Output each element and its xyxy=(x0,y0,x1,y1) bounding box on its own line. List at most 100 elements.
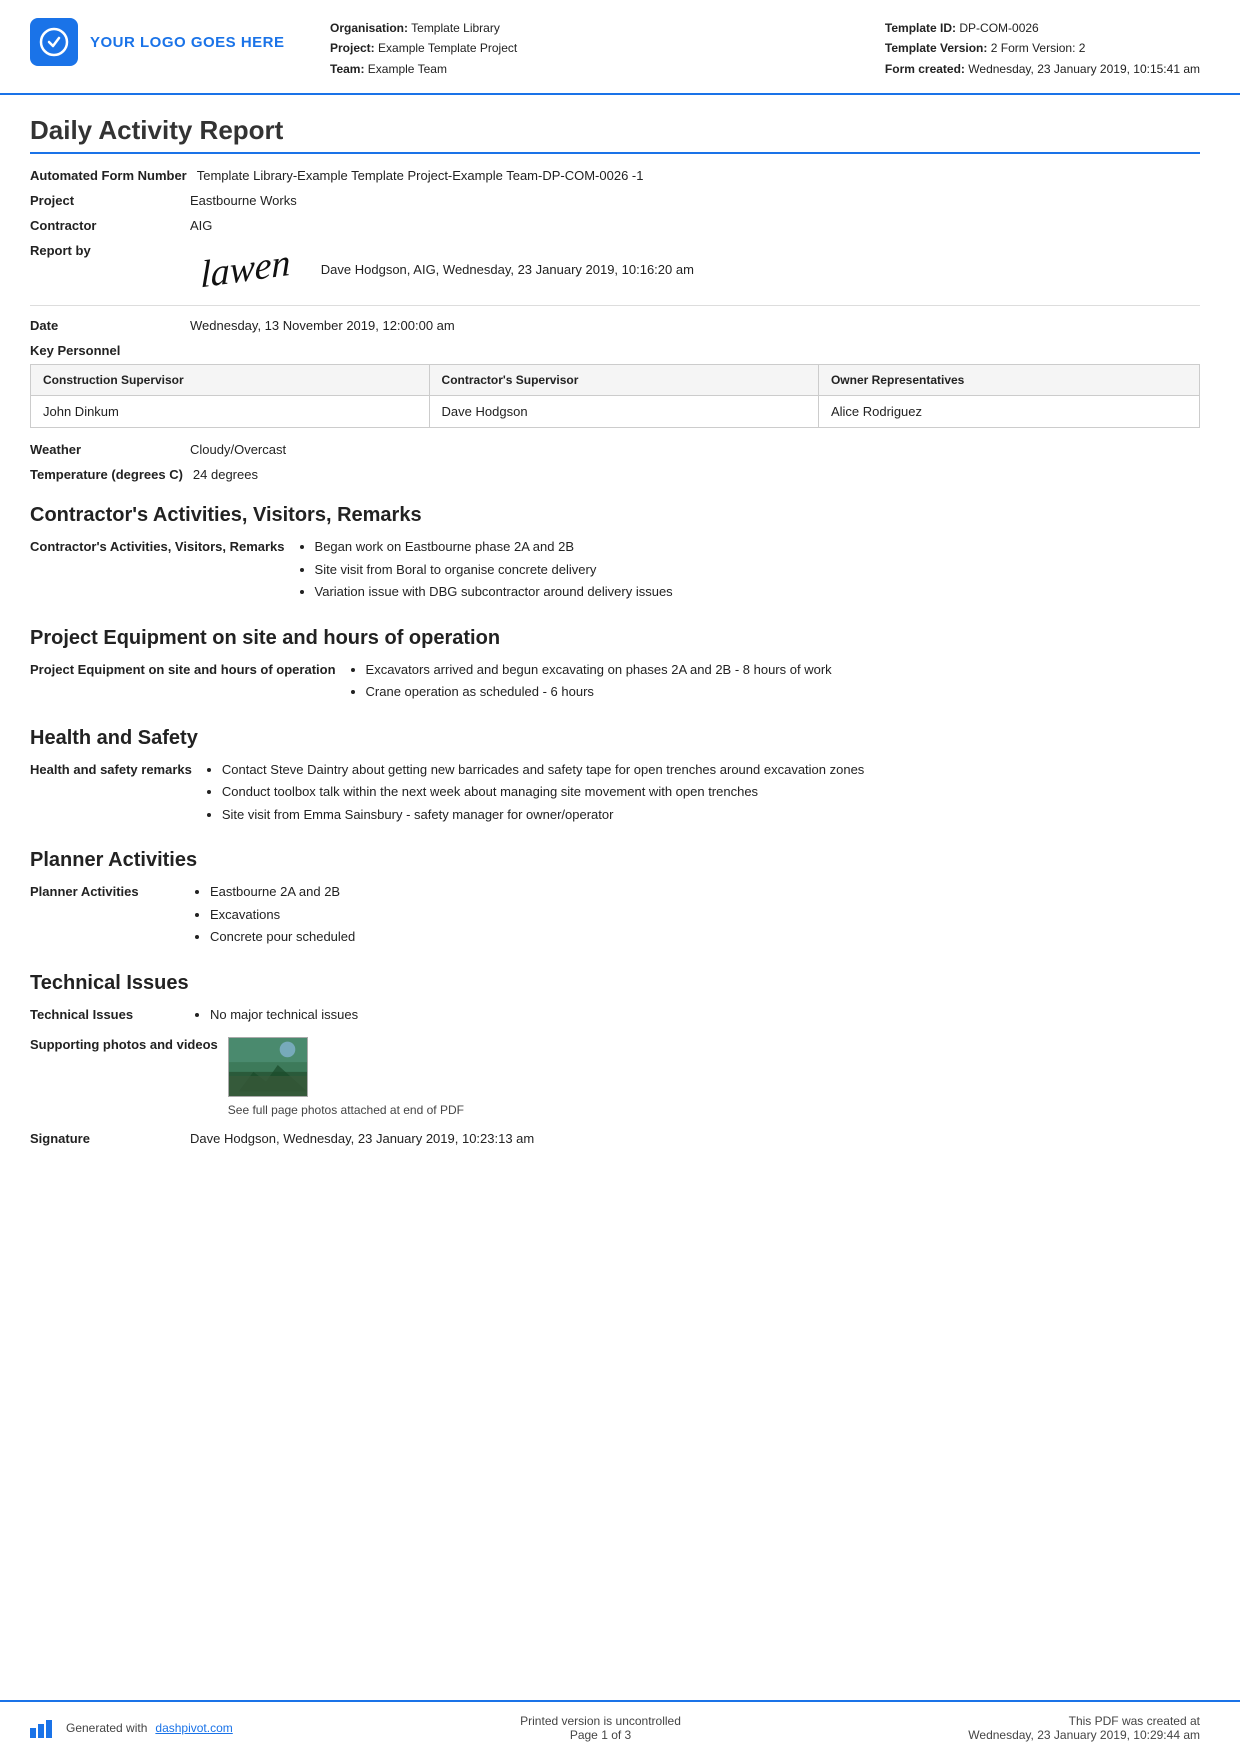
project-label: Project: xyxy=(330,41,375,55)
weather-label: Weather xyxy=(30,442,190,457)
photos-caption: See full page photos attached at end of … xyxy=(228,1103,464,1117)
date-value: Wednesday, 13 November 2019, 12:00:00 am xyxy=(190,318,1200,333)
weather-row: Weather Cloudy/Overcast xyxy=(30,442,1200,457)
project-equipment-heading: Project Equipment on site and hours of o… xyxy=(30,627,1200,650)
header-right: Template ID: DP-COM-0026 Template Versio… xyxy=(885,18,1200,79)
health-safety-row: Health and safety remarks Contact Steve … xyxy=(30,760,1200,828)
report-title: Daily Activity Report xyxy=(30,115,1200,154)
team-value: Example Team xyxy=(368,62,447,76)
project-value: Example Template Project xyxy=(378,41,517,55)
footer-left: Generated with dashpivot.com xyxy=(30,1718,233,1738)
contractor-value: AIG xyxy=(190,218,1200,233)
contractor-row: Contractor AIG xyxy=(30,218,1200,233)
header: YOUR LOGO GOES HERE Organisation: Templa… xyxy=(0,0,1240,95)
cell-owner-representatives: Alice Rodriguez xyxy=(818,396,1199,428)
date-row: Date Wednesday, 13 November 2019, 12:00:… xyxy=(30,318,1200,333)
project-field-label: Project xyxy=(30,193,190,208)
template-id-value: DP-COM-0026 xyxy=(959,21,1038,35)
signature-label: Signature xyxy=(30,1131,190,1146)
list-item: Contact Steve Daintry about getting new … xyxy=(222,760,1200,780)
report-by-label: Report by xyxy=(30,243,190,258)
health-safety-label: Health and safety remarks xyxy=(30,760,202,780)
report-by-name: Dave Hodgson, AIG, Wednesday, 23 January… xyxy=(321,262,694,277)
logo-text: YOUR LOGO GOES HERE xyxy=(90,34,285,51)
col-contractors-supervisor: Contractor's Supervisor xyxy=(429,365,818,396)
list-item: Eastbourne 2A and 2B xyxy=(210,882,1200,902)
template-version-value: 2 Form Version: 2 xyxy=(991,41,1086,55)
org-label: Organisation: xyxy=(330,21,408,35)
project-row: Project Eastbourne Works xyxy=(30,193,1200,208)
report-by-content: lawen Dave Hodgson, AIG, Wednesday, 23 J… xyxy=(190,243,694,295)
photos-content: See full page photos attached at end of … xyxy=(228,1037,464,1117)
list-item: Excavations xyxy=(210,905,1200,925)
signature-graphic: lawen xyxy=(191,235,301,303)
planner-activities-row: Planner Activities Eastbourne 2A and 2B … xyxy=(30,882,1200,950)
footer: Generated with dashpivot.com Printed ver… xyxy=(0,1700,1240,1754)
project-equipment-label: Project Equipment on site and hours of o… xyxy=(30,660,346,680)
contractors-activities-label: Contractor's Activities, Visitors, Remar… xyxy=(30,537,295,557)
template-version-label: Template Version: xyxy=(885,41,987,55)
pdf-created-label: This PDF was created at xyxy=(968,1714,1200,1728)
contractors-activities-list: Began work on Eastbourne phase 2A and 2B… xyxy=(295,537,1200,605)
project-equipment-row: Project Equipment on site and hours of o… xyxy=(30,660,1200,705)
generated-text: Generated with xyxy=(66,1721,147,1735)
technical-issues-list: No major technical issues xyxy=(190,1005,1200,1028)
report-by-row: Report by lawen Dave Hodgson, AIG, Wedne… xyxy=(30,243,1200,295)
footer-logo-icon xyxy=(30,1718,58,1738)
contractors-activities-heading: Contractor's Activities, Visitors, Remar… xyxy=(30,504,1200,527)
dashpivot-link[interactable]: dashpivot.com xyxy=(155,1721,232,1735)
form-created-value: Wednesday, 23 January 2019, 10:15:41 am xyxy=(968,62,1200,76)
header-meta: Organisation: Template Library Project: … xyxy=(330,18,885,79)
template-id-row: Template ID: DP-COM-0026 xyxy=(885,18,1200,38)
org-row: Organisation: Template Library xyxy=(330,18,885,38)
planner-activities-list: Eastbourne 2A and 2B Excavations Concret… xyxy=(190,882,1200,950)
page: YOUR LOGO GOES HERE Organisation: Templa… xyxy=(0,0,1240,1754)
planner-activities-heading: Planner Activities xyxy=(30,849,1200,872)
cell-contractors-supervisor: Dave Hodgson xyxy=(429,396,818,428)
table-row: John Dinkum Dave Hodgson Alice Rodriguez xyxy=(31,396,1200,428)
footer-right: This PDF was created at Wednesday, 23 Ja… xyxy=(968,1714,1200,1742)
planner-activities-label: Planner Activities xyxy=(30,882,190,902)
list-item: Conduct toolbox talk within the next wee… xyxy=(222,782,1200,802)
bar-3 xyxy=(46,1720,52,1738)
key-personnel-label: Key Personnel xyxy=(30,343,190,358)
list-item: Crane operation as scheduled - 6 hours xyxy=(366,682,1200,702)
technical-issues-row: Technical Issues No major technical issu… xyxy=(30,1005,1200,1028)
form-created-row: Form created: Wednesday, 23 January 2019… xyxy=(885,59,1200,79)
temperature-value: 24 degrees xyxy=(193,467,1200,482)
automated-form-value: Template Library-Example Template Projec… xyxy=(197,168,1200,183)
col-construction-supervisor: Construction Supervisor xyxy=(31,365,430,396)
photo-thumbnail xyxy=(228,1037,308,1097)
footer-center: Printed version is uncontrolled Page 1 o… xyxy=(520,1714,681,1742)
page-text: Page 1 of 3 xyxy=(520,1728,681,1742)
pdf-created-date: Wednesday, 23 January 2019, 10:29:44 am xyxy=(968,1728,1200,1742)
health-safety-list: Contact Steve Daintry about getting new … xyxy=(202,760,1200,828)
contractor-label: Contractor xyxy=(30,218,190,233)
weather-value: Cloudy/Overcast xyxy=(190,442,1200,457)
list-item: Excavators arrived and begun excavating … xyxy=(366,660,1200,680)
health-safety-heading: Health and Safety xyxy=(30,727,1200,750)
temperature-label: Temperature (degrees C) xyxy=(30,467,193,482)
project-row: Project: Example Template Project xyxy=(330,38,885,58)
list-item: Variation issue with DBG subcontractor a… xyxy=(315,582,1200,602)
signature-value: Dave Hodgson, Wednesday, 23 January 2019… xyxy=(190,1131,1200,1146)
team-row: Team: Example Team xyxy=(330,59,885,79)
bar-2 xyxy=(38,1724,44,1738)
project-field-value: Eastbourne Works xyxy=(190,193,1200,208)
col-owner-representatives: Owner Representatives xyxy=(818,365,1199,396)
logo-area: YOUR LOGO GOES HERE xyxy=(30,18,290,66)
bar-1 xyxy=(30,1728,36,1738)
list-item: Concrete pour scheduled xyxy=(210,927,1200,947)
photos-row: Supporting photos and videos See full pa… xyxy=(30,1037,1200,1117)
signature-row: Signature Dave Hodgson, Wednesday, 23 Ja… xyxy=(30,1131,1200,1146)
automated-form-label: Automated Form Number xyxy=(30,168,197,183)
team-label: Team: xyxy=(330,62,364,76)
template-version-row: Template Version: 2 Form Version: 2 xyxy=(885,38,1200,58)
key-personnel-label-row: Key Personnel xyxy=(30,343,1200,358)
form-created-label: Form created: xyxy=(885,62,965,76)
logo-icon xyxy=(30,18,78,66)
list-item: No major technical issues xyxy=(210,1005,1200,1025)
contractors-activities-row: Contractor's Activities, Visitors, Remar… xyxy=(30,537,1200,605)
list-item: Began work on Eastbourne phase 2A and 2B xyxy=(315,537,1200,557)
photos-label: Supporting photos and videos xyxy=(30,1037,228,1052)
